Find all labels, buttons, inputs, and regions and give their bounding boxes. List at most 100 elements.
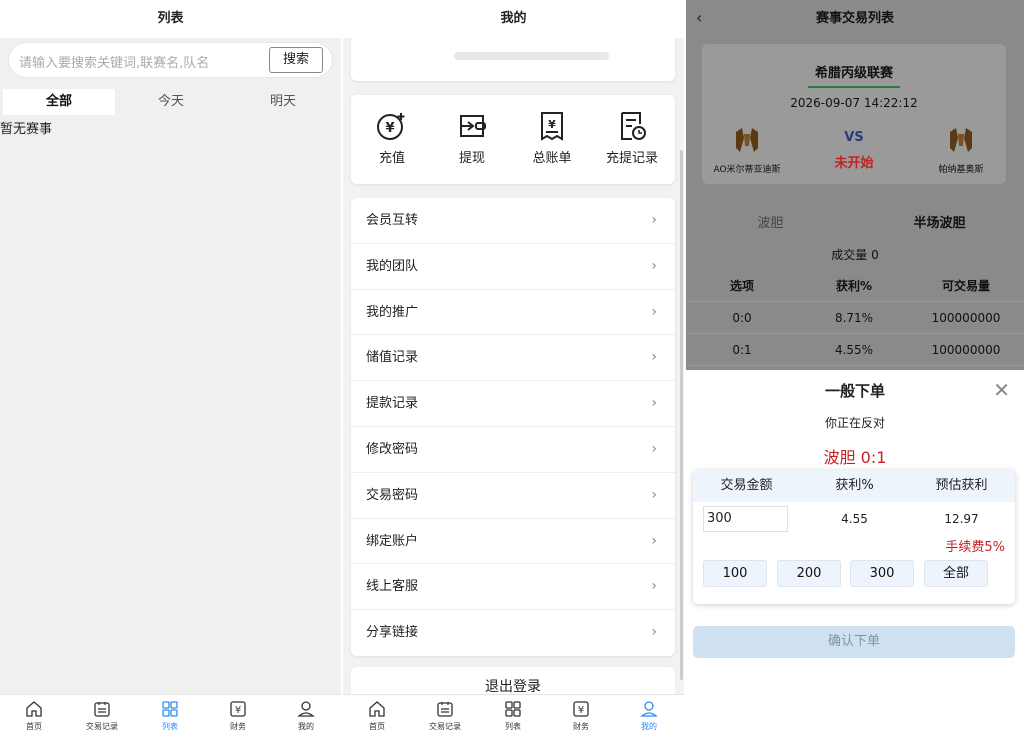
menu-share-link[interactable]: 分享链接 › bbox=[351, 610, 675, 656]
menu-my-promotion[interactable]: 我的推广 › bbox=[351, 290, 675, 336]
menu-my-team[interactable]: 我的团队 › bbox=[351, 244, 675, 290]
match-time: 2026-09-07 14:22:12 bbox=[790, 96, 918, 110]
history-button[interactable]: 充提记录 bbox=[597, 109, 667, 166]
nav-label: 列表 bbox=[505, 722, 521, 731]
menu-label: 我的推广 bbox=[366, 304, 419, 320]
menu-label: 修改密码 bbox=[366, 441, 419, 457]
date-tabs: 全部 今天 明天 bbox=[0, 89, 341, 115]
svg-text:¥: ¥ bbox=[548, 118, 556, 131]
cell-profit: 8.71% bbox=[834, 311, 874, 325]
scrollbar[interactable] bbox=[680, 150, 683, 680]
table-row[interactable]: 0:1 4.55% 100000000 bbox=[686, 334, 1024, 366]
chevron-right-icon: › bbox=[651, 440, 657, 457]
header-amount: 交易金额 bbox=[720, 478, 773, 493]
menu-label: 我的团队 bbox=[366, 258, 419, 274]
quick-amount-300[interactable]: 300 bbox=[850, 560, 914, 587]
nav-label: 我的 bbox=[641, 722, 657, 731]
mine-screen: 我的 ¥ 充值 提现 ¥ 总账单 充提记录 会员互转 › 我的团队 › 我的推广 › … bbox=[343, 0, 684, 738]
menu-deposit-records[interactable]: 储值记录 › bbox=[351, 335, 675, 382]
estimate-value: 12.97 bbox=[944, 512, 979, 526]
cell-option: 0:1 bbox=[732, 343, 752, 357]
menu-label: 分享链接 bbox=[366, 625, 419, 641]
logout-button[interactable]: 退出登录 bbox=[351, 667, 675, 697]
fee-text: 手续费5% bbox=[945, 540, 1005, 555]
league-name: 希腊丙级联赛 bbox=[814, 66, 893, 81]
grid-icon bbox=[162, 701, 178, 717]
tab-today[interactable]: 今天 bbox=[115, 89, 227, 115]
header-estimate: 预估获利 bbox=[935, 478, 988, 493]
back-icon[interactable]: ‹ bbox=[696, 8, 702, 27]
chevron-right-icon: › bbox=[651, 349, 657, 366]
menu-trade-password[interactable]: 交易密码 › bbox=[351, 473, 675, 519]
tab-all[interactable]: 全部 bbox=[3, 89, 115, 115]
user-icon bbox=[640, 701, 658, 717]
bill-icon: ¥ bbox=[541, 112, 563, 141]
bottom-nav: 首页 交易记录 列表 ¥ 财务 我的 bbox=[343, 694, 684, 738]
nav-label: 列表 bbox=[162, 722, 178, 731]
withdraw-icon bbox=[460, 115, 486, 137]
menu-label: 会员互转 bbox=[366, 213, 419, 228]
header-option: 选项 bbox=[729, 279, 754, 293]
nav-list[interactable]: 列表 bbox=[479, 699, 547, 732]
quick-amount-all[interactable]: 全部 bbox=[924, 560, 988, 587]
quick-amount-200[interactable]: 200 bbox=[777, 560, 841, 587]
trade-screen: 赛事交易列表 ‹ 希腊丙级联赛 2026-09-07 14:22:12 AO米尔… bbox=[686, 0, 1024, 738]
records-icon bbox=[437, 702, 453, 717]
team-name: 帕纳基奥斯 bbox=[938, 165, 984, 175]
nav-mine[interactable]: 我的 bbox=[615, 699, 683, 732]
cell-volume: 100000000 bbox=[931, 343, 1001, 357]
nav-mine[interactable]: 我的 bbox=[272, 699, 340, 732]
action-label: 充值 bbox=[378, 151, 405, 166]
menu-member-transfer[interactable]: 会员互转 › bbox=[351, 198, 675, 244]
menu-change-password[interactable]: 修改密码 › bbox=[351, 427, 675, 473]
order-title: 一般下单 bbox=[824, 382, 885, 400]
page-title: 赛事交易列表 bbox=[686, 0, 1024, 38]
home-icon bbox=[369, 701, 385, 717]
home-icon bbox=[26, 701, 42, 717]
page-title: 列表 bbox=[0, 0, 341, 38]
order-pick: 波胆 0:1 bbox=[823, 448, 887, 467]
recharge-button[interactable]: ¥ 充值 bbox=[357, 109, 427, 166]
order-subtitle: 你正在反对 bbox=[824, 416, 885, 430]
search-input[interactable]: 请输入要搜索关键词,联赛名,队名 bbox=[19, 52, 209, 71]
user-icon bbox=[297, 701, 315, 717]
confirm-order-button[interactable]: 确认下单 bbox=[693, 626, 1015, 658]
header-profit: 获利% bbox=[835, 279, 873, 293]
close-icon[interactable]: ✕ bbox=[993, 378, 1010, 402]
bill-button[interactable]: ¥ 总账单 bbox=[517, 109, 587, 166]
nav-list[interactable]: 列表 bbox=[136, 699, 204, 732]
page-title: 我的 bbox=[343, 0, 684, 38]
quick-amount-100[interactable]: 100 bbox=[703, 560, 767, 587]
menu-bind-account[interactable]: 绑定账户 › bbox=[351, 519, 675, 565]
nav-home[interactable]: 首页 bbox=[343, 699, 411, 732]
team-logo-icon bbox=[950, 128, 972, 152]
tab-half-correct-score[interactable]: 半场波胆 bbox=[855, 212, 1024, 231]
nav-finance[interactable]: ¥ 财务 bbox=[547, 699, 615, 732]
menu-online-service[interactable]: 线上客服 › bbox=[351, 564, 675, 611]
tab-tomorrow[interactable]: 明天 bbox=[227, 89, 339, 115]
nav-records[interactable]: 交易记录 bbox=[411, 699, 479, 732]
withdraw-button[interactable]: 提现 bbox=[437, 109, 507, 166]
search-bar: 请输入要搜索关键词,联赛名,队名 搜索 bbox=[8, 42, 333, 78]
order-box: 交易金额 获利% 预估获利 300 4.55 12.97 手续费5% 100 2… bbox=[693, 470, 1015, 604]
search-button[interactable]: 搜索 bbox=[269, 47, 323, 73]
settings-menu: 会员互转 › 我的团队 › 我的推广 › 储值记录 › 提款记录 › 修改密码 › 交易密码… bbox=[351, 198, 675, 656]
finance-icon: ¥ bbox=[230, 701, 246, 717]
tab-correct-score[interactable]: 波胆 bbox=[686, 212, 855, 231]
nav-home[interactable]: 首页 bbox=[0, 699, 68, 732]
cell-profit: 4.55% bbox=[834, 343, 874, 357]
nav-finance[interactable]: ¥ 财务 bbox=[204, 699, 272, 732]
svg-text:¥: ¥ bbox=[578, 705, 584, 716]
table-row[interactable]: 0:0 8.71% 100000000 bbox=[686, 302, 1024, 334]
chevron-right-icon: › bbox=[651, 578, 657, 595]
nav-label: 我的 bbox=[298, 722, 314, 731]
amount-input[interactable]: 300 bbox=[703, 506, 788, 532]
menu-withdraw-records[interactable]: 提款记录 › bbox=[351, 381, 675, 427]
volume-text: 成交量 0 bbox=[831, 248, 879, 262]
league-underline bbox=[808, 86, 900, 88]
action-label: 总账单 bbox=[532, 151, 572, 166]
chevron-right-icon: › bbox=[651, 303, 657, 320]
nav-label: 财务 bbox=[573, 722, 589, 731]
svg-text:¥: ¥ bbox=[385, 121, 394, 136]
nav-records[interactable]: 交易记录 bbox=[68, 699, 136, 732]
